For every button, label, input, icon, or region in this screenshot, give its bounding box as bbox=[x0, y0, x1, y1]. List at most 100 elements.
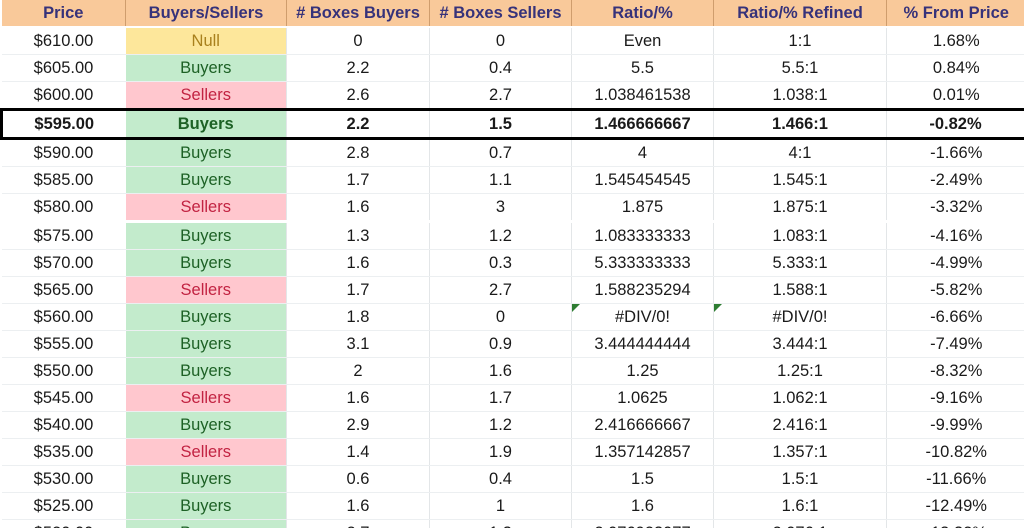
signal-cell[interactable]: Buyers bbox=[125, 54, 287, 82]
boxes_buyers-cell[interactable]: 2.6 bbox=[286, 81, 430, 110]
ratio-cell[interactable]: 5.5 bbox=[571, 54, 714, 82]
refined-cell[interactable]: 1.357:1 bbox=[713, 438, 887, 466]
table-row[interactable]: $545.00 Sellers 1.6 1.7 1.0625 1.062:1 -9.16% bbox=[1, 384, 1024, 412]
column-header-boxes_buyers[interactable]: # Boxes Buyers bbox=[286, 0, 430, 28]
table-row[interactable]: $565.00 Sellers 1.7 2.7 1.588235294 1.588:1 -5… bbox=[1, 276, 1024, 304]
column-header-ratio[interactable]: Ratio/% bbox=[571, 0, 714, 28]
boxes_buyers-cell[interactable]: 2.9 bbox=[286, 411, 430, 439]
refined-cell[interactable]: 1.6:1 bbox=[713, 492, 887, 520]
ratio-cell[interactable]: 3.444444444 bbox=[571, 330, 714, 358]
boxes_buyers-cell[interactable]: 2.8 bbox=[286, 138, 430, 167]
column-header-boxes_sellers[interactable]: # Boxes Sellers bbox=[429, 0, 572, 28]
signal-cell[interactable]: Sellers bbox=[125, 384, 287, 412]
boxes_sellers-cell[interactable]: 1.7 bbox=[429, 384, 572, 412]
price-cell[interactable]: $530.00 bbox=[1, 465, 126, 493]
boxes_sellers-cell[interactable]: 1.2 bbox=[429, 411, 572, 439]
boxes_sellers-cell[interactable]: 2.7 bbox=[429, 81, 572, 110]
boxes_buyers-cell[interactable]: 1.7 bbox=[286, 166, 430, 194]
table-row[interactable]: $605.00 Buyers 2.2 0.4 5.5 5.5:1 0.84% bbox=[1, 54, 1024, 82]
refined-cell[interactable]: 1.588:1 bbox=[713, 276, 887, 304]
ratio-cell[interactable]: 1.25 bbox=[571, 357, 714, 385]
price-cell[interactable]: $550.00 bbox=[1, 357, 126, 385]
pct-cell[interactable]: -4.99% bbox=[886, 249, 1024, 277]
ratio-cell[interactable]: 1.0625 bbox=[571, 384, 714, 412]
pct-cell[interactable]: -3.32% bbox=[886, 193, 1024, 223]
pct-cell[interactable]: -5.82% bbox=[886, 276, 1024, 304]
pct-cell[interactable]: -13.32% bbox=[886, 519, 1024, 528]
boxes_sellers-cell[interactable]: 0 bbox=[429, 27, 572, 55]
signal-cell[interactable]: Sellers bbox=[125, 193, 287, 223]
table-row[interactable]: $520.00 Buyers 2.7 1.3 2.076923077 2.076:1 -13… bbox=[1, 519, 1024, 528]
refined-cell[interactable]: #DIV/0! bbox=[713, 303, 887, 331]
signal-cell[interactable]: Buyers bbox=[125, 330, 287, 358]
refined-cell[interactable]: 1.25:1 bbox=[713, 357, 887, 385]
ratio-cell[interactable]: 1.038461538 bbox=[571, 81, 714, 110]
boxes_buyers-cell[interactable]: 3.1 bbox=[286, 330, 430, 358]
boxes_buyers-cell[interactable]: 1.6 bbox=[286, 193, 430, 223]
price-cell[interactable]: $560.00 bbox=[1, 303, 126, 331]
ratio-cell[interactable]: 1.357142857 bbox=[571, 438, 714, 466]
table-row[interactable]: $550.00 Buyers 2 1.6 1.25 1.25:1 -8.32% bbox=[1, 357, 1024, 385]
ratio-cell[interactable]: 2.416666667 bbox=[571, 411, 714, 439]
signal-cell[interactable]: Buyers bbox=[125, 108, 287, 140]
table-row[interactable]: $555.00 Buyers 3.1 0.9 3.444444444 3.444:1 -7.… bbox=[1, 330, 1024, 358]
table-row[interactable]: $540.00 Buyers 2.9 1.2 2.416666667 2.416:1 -9.… bbox=[1, 411, 1024, 439]
ratio-cell[interactable]: 1.6 bbox=[571, 492, 714, 520]
price-cell[interactable]: $525.00 bbox=[1, 492, 126, 520]
signal-cell[interactable]: Buyers bbox=[125, 465, 287, 493]
column-header-pct[interactable]: % From Price bbox=[886, 0, 1024, 28]
boxes_buyers-cell[interactable]: 0 bbox=[286, 27, 430, 55]
signal-cell[interactable]: Buyers bbox=[125, 303, 287, 331]
price-cell[interactable]: $540.00 bbox=[1, 411, 126, 439]
pct-cell[interactable]: 0.01% bbox=[886, 81, 1024, 110]
pct-cell[interactable]: -10.82% bbox=[886, 438, 1024, 466]
signal-cell[interactable]: Buyers bbox=[125, 492, 287, 520]
price-cell[interactable]: $575.00 bbox=[1, 221, 126, 250]
price-cell[interactable]: $600.00 bbox=[1, 81, 126, 110]
boxes_sellers-cell[interactable]: 0.3 bbox=[429, 249, 572, 277]
pct-cell[interactable]: 0.84% bbox=[886, 54, 1024, 82]
boxes_buyers-cell[interactable]: 0.6 bbox=[286, 465, 430, 493]
signal-cell[interactable]: Null bbox=[125, 27, 287, 55]
boxes_sellers-cell[interactable]: 0.4 bbox=[429, 465, 572, 493]
ratio-cell[interactable]: 1.875 bbox=[571, 193, 714, 223]
price-cell[interactable]: $580.00 bbox=[1, 193, 126, 223]
boxes_sellers-cell[interactable]: 1.2 bbox=[429, 221, 572, 250]
refined-cell[interactable]: 3.444:1 bbox=[713, 330, 887, 358]
boxes_sellers-cell[interactable]: 3 bbox=[429, 193, 572, 223]
ratio-cell[interactable]: 2.076923077 bbox=[571, 519, 714, 528]
boxes_buyers-cell[interactable]: 1.3 bbox=[286, 221, 430, 250]
boxes_sellers-cell[interactable]: 1.5 bbox=[429, 108, 572, 140]
refined-cell[interactable]: 5.5:1 bbox=[713, 54, 887, 82]
pct-cell[interactable]: -6.66% bbox=[886, 303, 1024, 331]
boxes_buyers-cell[interactable]: 2.7 bbox=[286, 519, 430, 528]
boxes_buyers-cell[interactable]: 1.6 bbox=[286, 384, 430, 412]
price-cell[interactable]: $565.00 bbox=[1, 276, 126, 304]
boxes_buyers-cell[interactable]: 2.2 bbox=[286, 54, 430, 82]
signal-cell[interactable]: Sellers bbox=[125, 276, 287, 304]
boxes_sellers-cell[interactable]: 0.9 bbox=[429, 330, 572, 358]
boxes_buyers-cell[interactable]: 1.7 bbox=[286, 276, 430, 304]
refined-cell[interactable]: 2.416:1 bbox=[713, 411, 887, 439]
table-row[interactable]: $610.00 Null 0 0 Even 1:1 1.68% bbox=[1, 27, 1024, 55]
boxes_sellers-cell[interactable]: 1 bbox=[429, 492, 572, 520]
signal-cell[interactable]: Buyers bbox=[125, 357, 287, 385]
boxes_sellers-cell[interactable]: 1.6 bbox=[429, 357, 572, 385]
pct-cell[interactable]: -2.49% bbox=[886, 166, 1024, 194]
signal-cell[interactable]: Buyers bbox=[125, 519, 287, 528]
refined-cell[interactable]: 1:1 bbox=[713, 27, 887, 55]
signal-cell[interactable]: Sellers bbox=[125, 438, 287, 466]
signal-cell[interactable]: Buyers bbox=[125, 411, 287, 439]
refined-cell[interactable]: 1.5:1 bbox=[713, 465, 887, 493]
table-row[interactable]: $585.00 Buyers 1.7 1.1 1.545454545 1.545:1 -2.… bbox=[1, 166, 1024, 194]
refined-cell[interactable]: 4:1 bbox=[713, 138, 887, 167]
refined-cell[interactable]: 1.062:1 bbox=[713, 384, 887, 412]
refined-cell[interactable]: 1.545:1 bbox=[713, 166, 887, 194]
ratio-cell[interactable]: 1.466666667 bbox=[571, 108, 714, 140]
boxes_buyers-cell[interactable]: 2 bbox=[286, 357, 430, 385]
ratio-cell[interactable]: 1.5 bbox=[571, 465, 714, 493]
price-cell[interactable]: $545.00 bbox=[1, 384, 126, 412]
table-row[interactable]: $595.00 Buyers 2.2 1.5 1.466666667 1.466:1 -0.… bbox=[0, 108, 1024, 140]
table-row[interactable]: $600.00 Sellers 2.6 2.7 1.038461538 1.038:1 0.… bbox=[1, 81, 1024, 110]
column-header-price[interactable]: Price bbox=[1, 0, 126, 28]
